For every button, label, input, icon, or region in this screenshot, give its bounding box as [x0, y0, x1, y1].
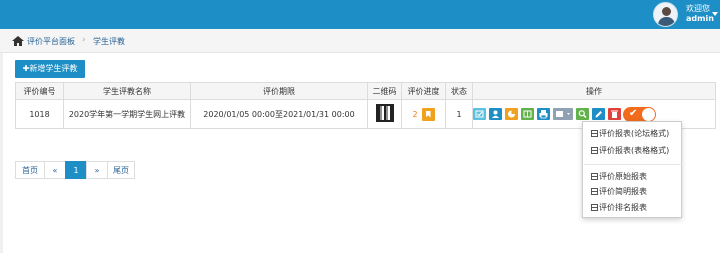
breadcrumb-home-link[interactable]: 评价平台面板 [27, 36, 75, 47]
user-menu[interactable]: 欢迎您 admin [686, 4, 714, 24]
menu-item-ranking-report[interactable]: 评价排名报表 [591, 202, 647, 214]
home-icon [12, 36, 24, 46]
column-header: 评价编号 [15, 82, 64, 100]
qrcode-image[interactable] [375, 104, 394, 122]
top-bar: 欢迎您 admin [0, 0, 720, 29]
page-current[interactable]: 1 [65, 161, 87, 179]
add-evaluation-button[interactable]: ✚新增学生评教 [15, 60, 85, 78]
welcome-text: 欢迎您 [686, 4, 710, 13]
cell-qrcode [367, 99, 402, 129]
column-header: 操作 [472, 82, 716, 100]
table-icon [591, 147, 598, 154]
cell-id: 1018 [15, 99, 64, 129]
book-icon[interactable] [521, 108, 534, 120]
menu-item-raw-report[interactable]: 评价原始报表 [591, 171, 647, 183]
print-icon[interactable] [537, 108, 550, 120]
page-next[interactable]: » [86, 161, 108, 179]
breadcrumb: 评价平台面板 › 学生评教 [0, 29, 720, 53]
column-header: 状态 [445, 82, 473, 100]
status-toggle[interactable]: ✔ [623, 107, 656, 122]
breadcrumb-current[interactable]: 学生评教 [93, 36, 125, 47]
avatar[interactable] [653, 2, 678, 27]
cell-period: 2020/01/05 00:00至2021/01/31 00:00 [190, 99, 368, 129]
pagination: 首页 « 1 » 尾页 [15, 161, 135, 179]
username: admin [686, 14, 714, 23]
column-header: 学生评教名称 [63, 82, 191, 100]
check-icon: ✔ [629, 108, 638, 119]
delete-icon[interactable] [608, 108, 621, 120]
page-prev[interactable]: « [44, 161, 66, 179]
checkbox-icon[interactable] [473, 108, 486, 120]
column-header: 评价进度 [401, 82, 446, 100]
pie-chart-icon[interactable] [505, 108, 518, 120]
edit-icon[interactable] [592, 108, 605, 120]
table-icon [591, 130, 598, 137]
sidebar-edge [0, 53, 3, 253]
bookmark-icon[interactable] [421, 107, 435, 121]
breadcrumb-separator: › [82, 35, 86, 45]
user-icon[interactable] [489, 108, 502, 120]
menu-item-report-forum[interactable]: 评价报表(论坛格式) [591, 128, 669, 140]
page-first[interactable]: 首页 [15, 161, 45, 179]
progress-count: 2 [412, 109, 418, 119]
column-header: 评价期限 [190, 82, 368, 100]
chevron-down-icon[interactable] [712, 12, 718, 16]
menu-item-brief-report[interactable]: 评价简明报表 [591, 186, 647, 198]
table-icon [591, 204, 598, 211]
table-icon [591, 188, 598, 195]
table-icon [591, 173, 598, 180]
menu-divider [584, 164, 682, 165]
cell-name: 2020学年第一学期学生网上评教 [63, 99, 191, 129]
toggle-knob[interactable] [642, 108, 655, 121]
page-last[interactable]: 尾页 [107, 161, 135, 179]
report-dropdown-menu: 评价报表(论坛格式) 评价报表(表格格式) 评价原始报表 评价简明报表 评价排名… [582, 121, 682, 218]
search-icon[interactable] [576, 108, 589, 120]
cell-progress: 2 [401, 99, 446, 129]
calendar-icon[interactable] [553, 108, 573, 120]
column-header: 二维码 [367, 82, 402, 100]
menu-item-report-table[interactable]: 评价报表(表格格式) [591, 145, 669, 157]
cell-status: 1 [445, 99, 473, 129]
